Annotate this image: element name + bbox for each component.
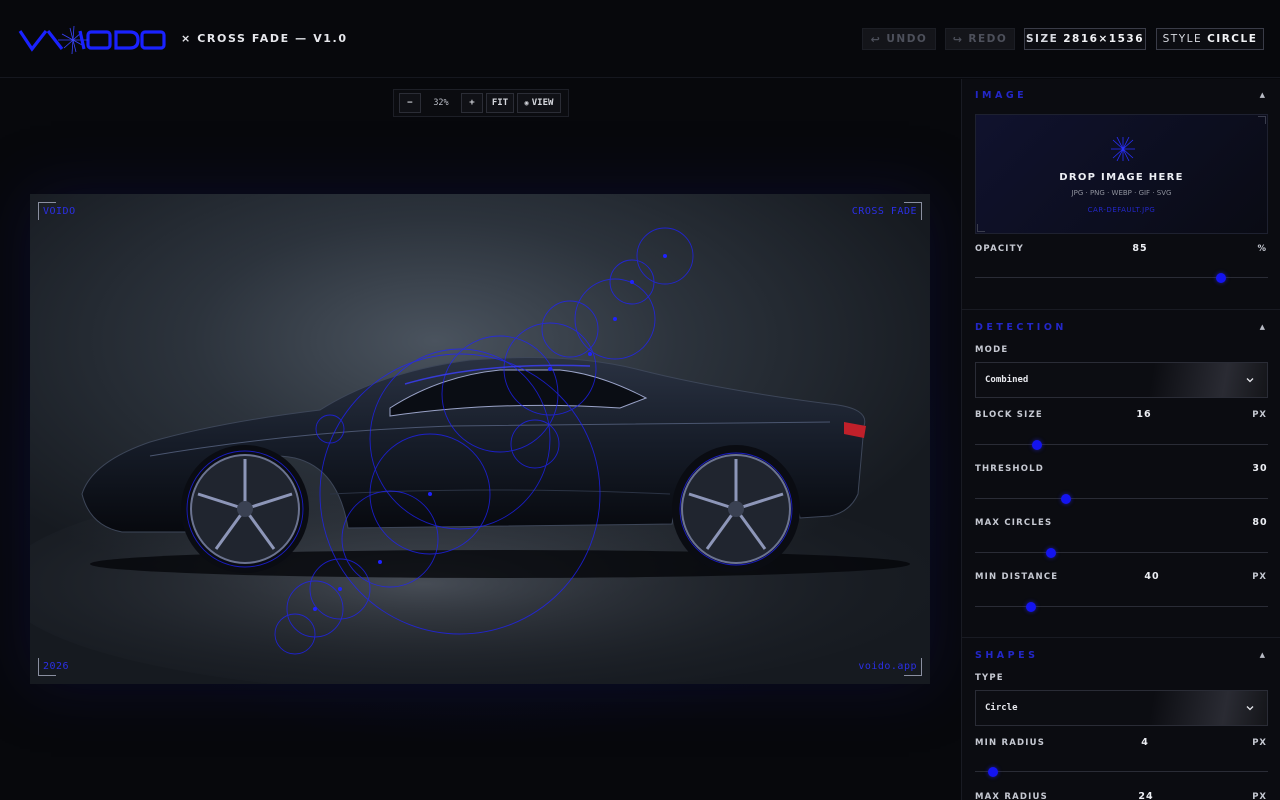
block-size-slider-thumb[interactable] — [1031, 440, 1042, 450]
canvas-label-bottom-left: 2026 — [43, 661, 70, 672]
fit-button[interactable]: FIT — [486, 93, 514, 113]
dropzone-corner-tr — [1258, 116, 1266, 124]
threshold-slider[interactable] — [975, 494, 1268, 504]
min-radius-slider[interactable] — [975, 767, 1268, 777]
mode-label: MODE — [975, 345, 1009, 355]
zoom-in-button[interactable]: + — [461, 93, 483, 113]
min-distance-slider-track — [975, 606, 1268, 607]
detection-collapse-icon[interactable]: ▲ — [1260, 323, 1265, 331]
eye-icon: ◉ — [524, 99, 529, 107]
max-circles-slider-track — [975, 552, 1268, 553]
image-dropzone[interactable]: DROP IMAGE HERE JPG · PNG · WEBP · GIF ·… — [975, 114, 1268, 234]
max-circles-value: 80 — [1252, 517, 1268, 528]
detection-section-title: DETECTION — [975, 322, 1067, 333]
redo-button[interactable]: ↪ REDO — [945, 28, 1015, 50]
rear-wheel — [672, 445, 800, 573]
min-radius-value: 4 — [1141, 737, 1149, 748]
max-circles-slider-thumb[interactable] — [1046, 548, 1057, 558]
canvas-label-bottom-right: voido.app — [858, 661, 917, 672]
opacity-value: 85 — [1132, 243, 1148, 254]
min-distance-slider[interactable] — [975, 602, 1268, 612]
type-select[interactable]: Circle — [975, 690, 1268, 726]
threshold-slider-thumb[interactable] — [1060, 494, 1071, 504]
canvas-label-top-left: VOIDO — [43, 206, 76, 217]
voido-logo — [18, 26, 166, 54]
app-title: × CROSS FADE — V1.0 — [181, 32, 348, 45]
zoom-out-button[interactable]: − — [399, 93, 421, 113]
chevron-down-icon — [1246, 706, 1254, 711]
threshold-value: 30 — [1252, 463, 1268, 474]
image-canvas[interactable]: VOIDO CROSS FADE 2026 voido.app — [30, 194, 930, 684]
min-radius-slider-track — [975, 771, 1268, 772]
image-section-title: IMAGE — [975, 90, 1028, 101]
view-button[interactable]: ◉ VIEW — [517, 93, 561, 113]
undo-label: UNDO — [886, 33, 928, 45]
min-radius-label: MIN RADIUS — [975, 738, 1046, 748]
style-label: STYLE — [1162, 33, 1203, 45]
undo-icon: ↩ — [870, 32, 882, 46]
mode-select[interactable]: Combined — [975, 362, 1268, 398]
min-distance-label: MIN DISTANCE — [975, 572, 1059, 582]
dropzone-corner-bl — [977, 224, 985, 232]
app-header: × CROSS FADE — V1.0 ↩ UNDO ↪ REDO SIZE 2… — [0, 0, 1280, 78]
shapes-section-title: SHAPES — [975, 650, 1039, 661]
car-artwork — [30, 227, 930, 684]
max-radius-label: MAX RADIUS — [975, 792, 1048, 800]
view-label: VIEW — [531, 98, 554, 108]
max-radius-unit: PX — [1252, 792, 1267, 800]
shapes-collapse-icon[interactable]: ▲ — [1260, 651, 1265, 659]
min-distance-slider-thumb[interactable] — [1025, 602, 1036, 612]
redo-label: REDO — [968, 33, 1008, 45]
block-size-value: 16 — [1136, 409, 1152, 420]
min-distance-unit: PX — [1252, 572, 1267, 582]
detection-section: DETECTION ▲ MODE Combined BLOCK SIZE 16 … — [962, 310, 1280, 638]
style-indicator[interactable]: STYLE CIRCLE — [1156, 28, 1264, 50]
opacity-label: OPACITY — [975, 244, 1025, 254]
max-radius-value: 24 — [1138, 791, 1154, 800]
dropzone-title: DROP IMAGE HERE — [1059, 172, 1184, 183]
block-size-label: BLOCK SIZE — [975, 410, 1043, 420]
image-section: IMAGE ▲ DROP IMAGE HERE JPG · PNG · WEBP… — [962, 79, 1280, 310]
max-circles-label: MAX CIRCLES — [975, 518, 1053, 528]
undo-button[interactable]: ↩ UNDO — [862, 28, 936, 50]
min-radius-slider-thumb[interactable] — [987, 767, 998, 777]
canvas-workspace: − 32% + FIT ◉ VIEW VOIDO CROSS FADE 2026… — [0, 79, 960, 800]
image-collapse-icon[interactable]: ▲ — [1260, 91, 1265, 99]
shapes-section: SHAPES ▲ TYPE Circle MIN RADIUS 4 PX MAX… — [962, 638, 1280, 800]
starburst-icon — [1111, 137, 1135, 161]
type-label: TYPE — [975, 673, 1004, 683]
min-distance-value: 40 — [1144, 571, 1160, 582]
threshold-label: THRESHOLD — [975, 464, 1044, 474]
type-select-value: Circle — [985, 703, 1018, 713]
front-wheel — [181, 445, 309, 573]
block-size-slider[interactable] — [975, 440, 1268, 450]
settings-panel: IMAGE ▲ DROP IMAGE HERE JPG · PNG · WEBP… — [961, 79, 1280, 800]
size-label: SIZE — [1025, 33, 1059, 45]
zoom-toolbar: − 32% + FIT ◉ VIEW — [393, 89, 569, 117]
opacity-slider[interactable] — [975, 273, 1268, 283]
size-value: 2816×1536 — [1063, 33, 1144, 45]
dropzone-formats: JPG · PNG · WEBP · GIF · SVG — [1071, 189, 1172, 197]
redo-icon: ↪ — [952, 32, 964, 46]
dropzone-filename: CAR-DEFAULT.JPG — [1087, 206, 1156, 214]
chevron-down-icon — [1246, 378, 1254, 383]
opacity-unit: % — [1257, 244, 1267, 254]
mode-select-value: Combined — [985, 375, 1029, 385]
zoom-level: 32% — [433, 98, 449, 108]
block-size-slider-track — [975, 444, 1268, 445]
max-circles-slider[interactable] — [975, 548, 1268, 558]
threshold-slider-track — [975, 498, 1268, 499]
canvas-label-top-right: CROSS FADE — [851, 206, 917, 217]
block-size-unit: PX — [1252, 410, 1267, 420]
size-indicator[interactable]: SIZE 2816×1536 — [1024, 28, 1146, 50]
opacity-slider-thumb[interactable] — [1216, 273, 1227, 283]
min-radius-unit: PX — [1252, 738, 1267, 748]
style-value: CIRCLE — [1207, 33, 1258, 45]
